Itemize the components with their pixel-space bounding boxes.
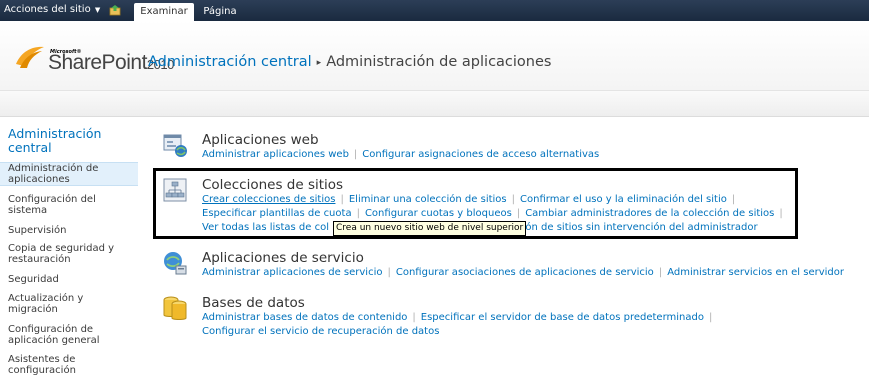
- web-applications-title[interactable]: Aplicaciones web: [202, 132, 319, 148]
- web-applications-links: Administrar aplicaciones web | Configurar …: [202, 149, 600, 160]
- databases-links-1: Administrar bases de datos de contenido |…: [202, 312, 713, 323]
- manage-web-apps-link[interactable]: Administrar aplicaciones web: [202, 149, 349, 160]
- sidebar-item-upgrade-migration[interactable]: Actualización y migración: [8, 293, 136, 315]
- default-db-server-link[interactable]: Especificar el servidor de base de datos…: [421, 312, 704, 323]
- service-applications-title[interactable]: Aplicaciones de servicio: [202, 250, 364, 266]
- tab-pagina[interactable]: Página: [198, 3, 242, 21]
- chevron-down-icon: ▼: [92, 6, 101, 14]
- breadcrumb-central-admin[interactable]: Administración central: [148, 54, 312, 70]
- tooltip: Crea un nuevo sitio web de nivel superio…: [333, 221, 527, 236]
- service-app-associations-link[interactable]: Configurar asociaciones de aplicaciones …: [396, 267, 654, 278]
- navigate-up-icon[interactable]: [109, 4, 122, 16]
- sidebar-item-security[interactable]: Seguridad: [8, 274, 136, 285]
- data-retrieval-service-link[interactable]: Configurar el servicio de recuperación d…: [202, 326, 439, 337]
- top-band: [0, 91, 869, 117]
- sidebar-item-monitoring[interactable]: Supervisión: [8, 225, 136, 236]
- manage-service-apps-link[interactable]: Administrar aplicaciones de servicio: [202, 267, 382, 278]
- alternate-access-mappings-link[interactable]: Configurar asignaciones de acceso altern…: [362, 149, 599, 160]
- sidebar-item-config-wizards[interactable]: Asistentes de configuración: [8, 354, 136, 376]
- quick-launch: Administración central Administración de…: [0, 117, 141, 376]
- breadcrumb: Administración central ▸ Administración de…: [148, 54, 551, 70]
- quick-launch-heading[interactable]: Administración central: [8, 127, 136, 155]
- site-actions-menu[interactable]: Acciones del sitio ▼: [4, 4, 100, 15]
- service-applications-links: Administrar aplicaciones de servicio | Con…: [202, 267, 844, 278]
- breadcrumb-current: Administración de aplicaciones: [326, 54, 552, 70]
- sharepoint-logo-icon: [16, 46, 44, 68]
- breadcrumb-separator-icon: ▸: [316, 58, 322, 68]
- sidebar-item-system-settings[interactable]: Configuración del sistema: [8, 194, 136, 216]
- sidebar-item-backup-restore[interactable]: Copia de seguridad y restauración: [8, 243, 136, 265]
- service-applications-icon: [164, 252, 187, 275]
- databases-title[interactable]: Bases de datos: [202, 295, 305, 311]
- ribbon-bar: Acciones del sitio ▼ Examinar Página: [0, 0, 869, 21]
- site-actions-label: Acciones del sitio: [4, 4, 91, 15]
- sidebar-item-application-management[interactable]: Administración de aplicaciones: [0, 162, 138, 186]
- databases-links-2: Configurar el servicio de recuperación d…: [202, 326, 439, 337]
- title-row: Microsoft® SharePoint2010 Administración…: [0, 21, 869, 91]
- manage-content-dbs-link[interactable]: Administrar bases de datos de contenido: [202, 312, 407, 323]
- sidebar-item-general-settings[interactable]: Configuración de aplicación general: [8, 324, 136, 346]
- web-applications-icon: [163, 134, 187, 157]
- tab-examinar[interactable]: Examinar: [134, 3, 194, 21]
- manage-services-server-link[interactable]: Administrar servicios en el servidor: [667, 267, 844, 278]
- databases-icon: [163, 296, 187, 320]
